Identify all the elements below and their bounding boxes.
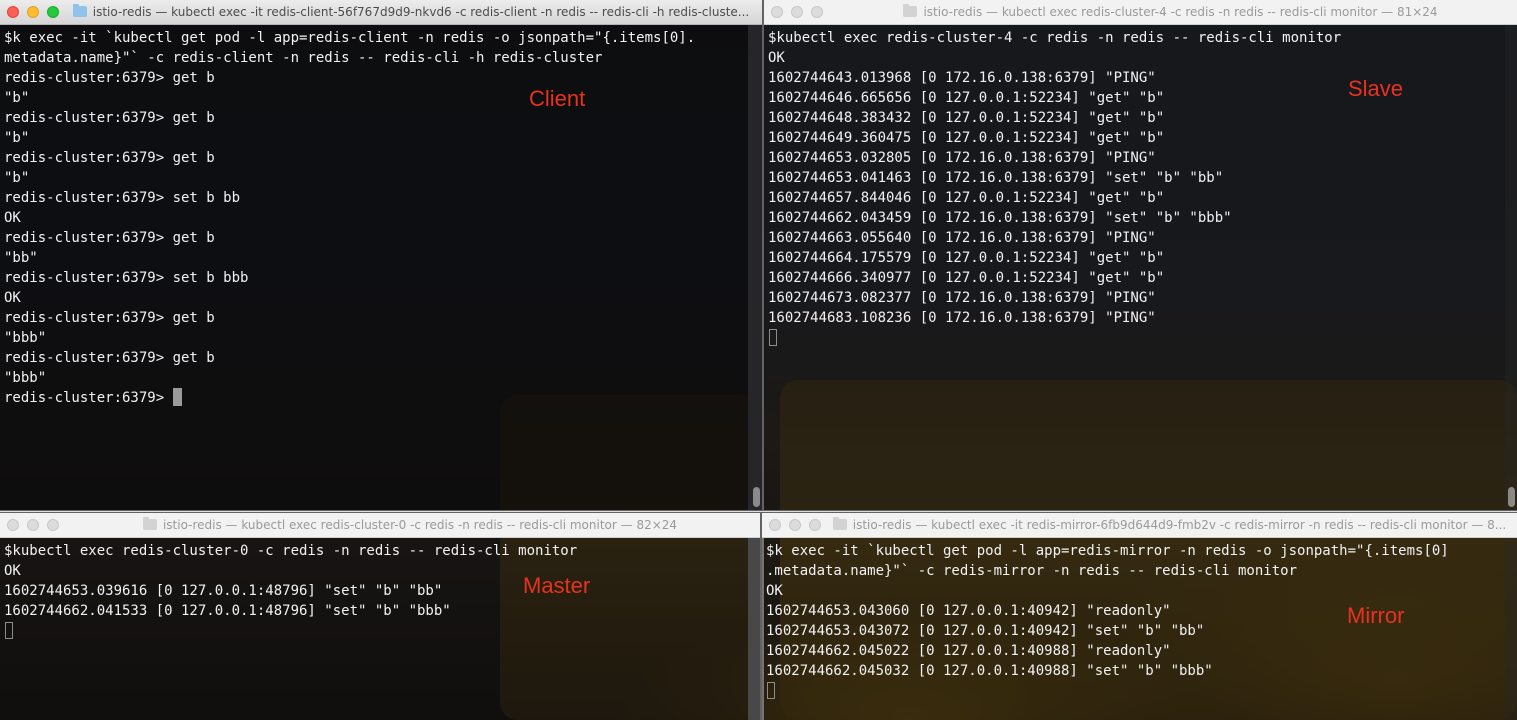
zoom-button[interactable] bbox=[809, 519, 821, 531]
terminal-line: 1602744653.039616 [0 127.0.0.1:48796] "s… bbox=[4, 583, 443, 599]
annotation-label-client: Client bbox=[529, 86, 586, 111]
window-titlebar[interactable]: istio-redis — kubectl exec -it redis-mir… bbox=[762, 513, 1517, 538]
terminal-cursor-line[interactable] bbox=[768, 328, 1505, 348]
scroll-thumb[interactable] bbox=[1508, 487, 1515, 507]
terminal-cursor-line[interactable] bbox=[4, 621, 748, 641]
annotation-label-master: Master bbox=[523, 573, 591, 598]
close-button[interactable] bbox=[7, 519, 19, 531]
scrollbar[interactable] bbox=[1505, 538, 1517, 720]
terminal-line: 1602744664.175579 [0 127.0.0.1:52234] "g… bbox=[768, 250, 1165, 266]
scrollbar[interactable] bbox=[750, 25, 762, 510]
terminal-line: "bbb" bbox=[4, 330, 47, 346]
zoom-button[interactable] bbox=[47, 6, 59, 18]
terminal-line: $kubectl exec redis-cluster-0 -c redis -… bbox=[4, 543, 578, 559]
terminal-line: redis-cluster:6379> get b bbox=[4, 70, 215, 86]
terminal-line: OK bbox=[4, 563, 21, 579]
terminal-line: "bbb" bbox=[4, 370, 47, 386]
terminal-line: 1602744662.043459 [0 172.16.0.138:6379] … bbox=[768, 210, 1232, 226]
terminal-line: 1602744673.082377 [0 172.16.0.138:6379] … bbox=[768, 290, 1156, 306]
window-titlebar[interactable]: istio-redis — kubectl exec redis-cluster… bbox=[764, 0, 1517, 25]
terminal-output[interactable]: $k exec -it `kubectl get pod -l app=redi… bbox=[762, 538, 1505, 720]
terminal-line: redis-cluster:6379> get b bbox=[4, 350, 215, 366]
window-controls bbox=[771, 6, 823, 18]
terminal-line: 1602744653.032805 [0 172.16.0.138:6379] … bbox=[768, 150, 1156, 166]
minimize-button[interactable] bbox=[27, 6, 39, 18]
terminal-line: 1602744649.360475 [0 127.0.0.1:52234] "g… bbox=[768, 130, 1165, 146]
text-cursor bbox=[172, 388, 182, 406]
terminal-output[interactable]: $kubectl exec redis-cluster-0 -c redis -… bbox=[0, 538, 748, 720]
scrollbar[interactable] bbox=[748, 538, 760, 720]
annotation-label-mirror: Mirror bbox=[1347, 603, 1405, 628]
folder-icon bbox=[72, 4, 87, 17]
close-button[interactable] bbox=[7, 6, 19, 18]
terminal-line: redis-cluster:6379> set b bbb bbox=[4, 270, 249, 286]
terminal-line: 1602744653.041463 [0 172.16.0.138:6379] … bbox=[768, 170, 1224, 186]
terminal-line: OK bbox=[766, 583, 783, 599]
terminal-line: $kubectl exec redis-cluster-4 -c redis -… bbox=[768, 30, 1342, 46]
scroll-thumb[interactable] bbox=[753, 487, 760, 507]
terminal-line: "b" bbox=[4, 90, 30, 106]
window-titlebar[interactable]: istio-redis — kubectl exec -it redis-cli… bbox=[0, 0, 762, 25]
terminal-line: 1602744663.055640 [0 172.16.0.138:6379] … bbox=[768, 230, 1156, 246]
scrollbar[interactable] bbox=[1505, 25, 1517, 510]
terminal-line: 1602744657.844046 [0 127.0.0.1:52234] "g… bbox=[768, 190, 1165, 206]
terminal-window-slave[interactable]: istio-redis — kubectl exec redis-cluster… bbox=[764, 0, 1517, 510]
minimize-button[interactable] bbox=[27, 519, 39, 531]
terminal-output[interactable]: $k exec -it `kubectl get pod -l app=redi… bbox=[0, 25, 750, 510]
terminal-line: $k exec -it `kubectl get pod -l app=redi… bbox=[4, 30, 696, 46]
terminal-prompt: redis-cluster:6379> bbox=[4, 390, 173, 406]
terminal-line: metadata.name}"` -c redis-client -n redi… bbox=[4, 50, 603, 66]
window-title: istio-redis — kubectl exec -it redis-mir… bbox=[852, 518, 1507, 532]
zoom-button[interactable] bbox=[47, 519, 59, 531]
folder-icon bbox=[142, 517, 157, 530]
close-button[interactable] bbox=[769, 519, 781, 531]
terminal-line: 1602744662.045032 [0 127.0.0.1:40988] "s… bbox=[766, 663, 1213, 679]
terminal-line: 1602744683.108236 [0 172.16.0.138:6379] … bbox=[768, 310, 1156, 326]
text-cursor bbox=[767, 682, 775, 699]
terminal-line: 1602744662.045022 [0 127.0.0.1:40988] "r… bbox=[766, 643, 1171, 659]
terminal-line: redis-cluster:6379> get b bbox=[4, 150, 215, 166]
window-title: istio-redis — kubectl exec -it redis-cli… bbox=[92, 5, 750, 19]
terminal-line: $k exec -it `kubectl get pod -l app=redi… bbox=[766, 543, 1449, 559]
terminal-line: "b" bbox=[4, 170, 30, 186]
terminal-line: redis-cluster:6379> get b bbox=[4, 310, 215, 326]
minimize-button[interactable] bbox=[791, 6, 803, 18]
terminal-line: OK bbox=[4, 290, 21, 306]
terminal-cursor-line[interactable] bbox=[766, 681, 1505, 701]
terminal-window-client[interactable]: istio-redis — kubectl exec -it redis-cli… bbox=[0, 0, 762, 510]
terminal-line: OK bbox=[768, 50, 785, 66]
window-controls bbox=[7, 519, 59, 531]
terminal-prompt-line[interactable]: redis-cluster:6379> bbox=[4, 388, 750, 408]
window-title: istio-redis — kubectl exec redis-cluster… bbox=[923, 5, 1438, 19]
terminal-window-master[interactable]: istio-redis — kubectl exec redis-cluster… bbox=[0, 513, 760, 720]
terminal-line: 1602744666.340977 [0 127.0.0.1:52234] "g… bbox=[768, 270, 1165, 286]
terminal-line: .metadata.name}"` -c redis-mirror -n red… bbox=[766, 563, 1298, 579]
minimize-button[interactable] bbox=[789, 519, 801, 531]
terminal-line: redis-cluster:6379> get b bbox=[4, 110, 215, 126]
annotation-label-slave: Slave bbox=[1348, 76, 1404, 101]
window-title: istio-redis — kubectl exec redis-cluster… bbox=[162, 518, 678, 532]
zoom-button[interactable] bbox=[811, 6, 823, 18]
terminal-line: OK bbox=[4, 210, 21, 226]
text-cursor bbox=[5, 622, 13, 639]
window-titlebar[interactable]: istio-redis — kubectl exec redis-cluster… bbox=[0, 513, 760, 538]
text-cursor bbox=[769, 329, 777, 346]
terminal-line: "b" bbox=[4, 130, 30, 146]
folder-icon bbox=[903, 4, 918, 17]
terminal-line: redis-cluster:6379> get b bbox=[4, 230, 215, 246]
window-controls bbox=[7, 6, 59, 18]
terminal-line: redis-cluster:6379> set b bb bbox=[4, 190, 241, 206]
terminal-line: 1602744648.383432 [0 127.0.0.1:52234] "g… bbox=[768, 110, 1165, 126]
terminal-line: "bb" bbox=[4, 250, 38, 266]
terminal-line: 1602744662.041533 [0 127.0.0.1:48796] "s… bbox=[4, 603, 451, 619]
close-button[interactable] bbox=[771, 6, 783, 18]
folder-icon bbox=[832, 517, 847, 530]
window-controls bbox=[769, 519, 821, 531]
